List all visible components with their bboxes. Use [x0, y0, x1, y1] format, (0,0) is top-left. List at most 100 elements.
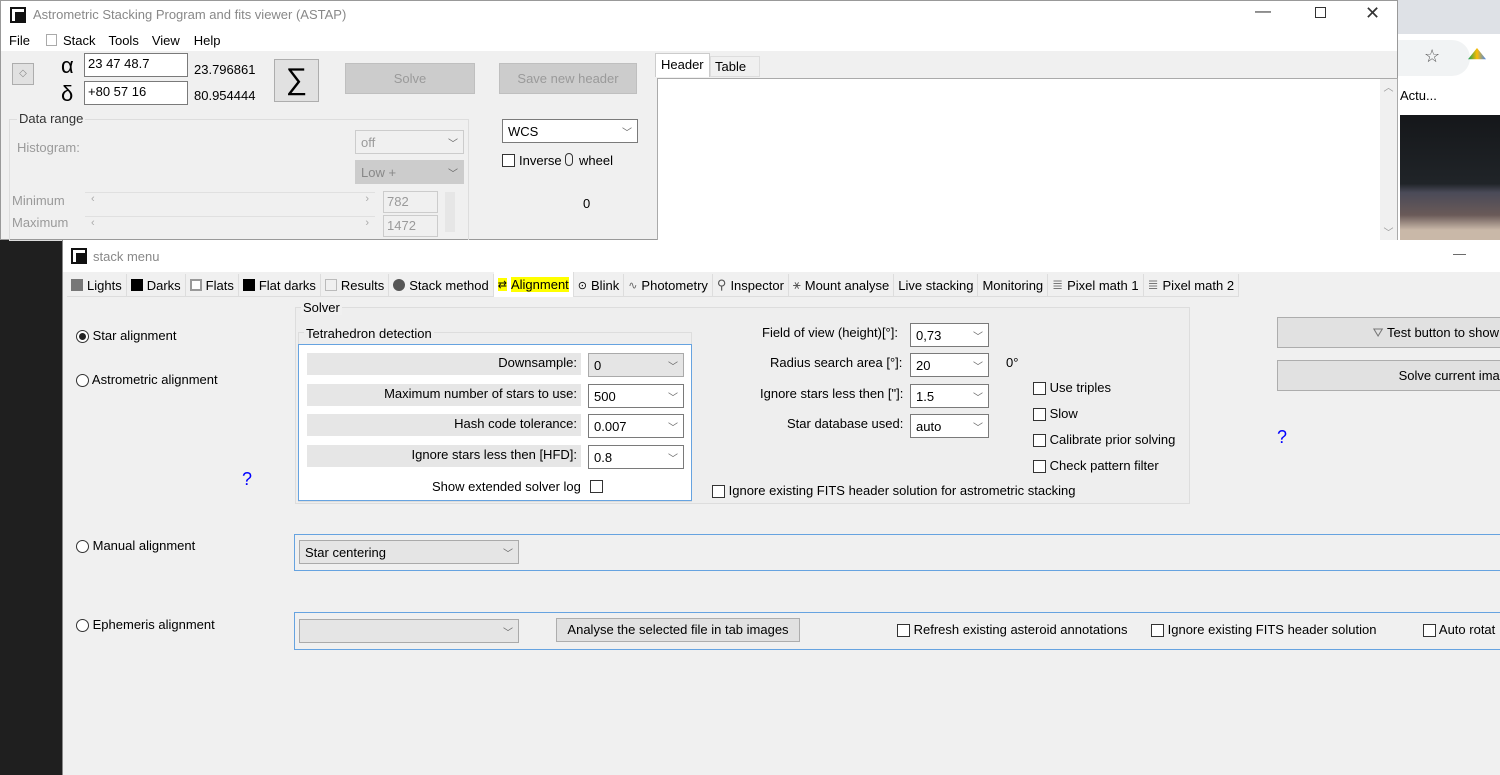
tab-stack-method[interactable]: Stack method — [389, 274, 494, 296]
delta-label: δ — [61, 81, 74, 106]
help-link[interactable]: ? — [1277, 427, 1287, 448]
minimum-value[interactable]: 782 — [383, 191, 438, 213]
stack-menu-window: stack menu — Lights Darks Flats Flat dar… — [62, 240, 1500, 775]
range-trackbar[interactable] — [445, 192, 455, 232]
ra-input[interactable]: 23 47 48.7 — [84, 53, 188, 77]
tab-pixel-math-2[interactable]: ≣ Pixel math 2 — [1144, 274, 1240, 296]
dec-decimal: 80.954444 — [194, 88, 256, 103]
mouse-icon — [565, 153, 573, 166]
close-icon[interactable]: ✕ — [1365, 3, 1380, 24]
ignore-fits-astrometric-checkbox[interactable]: Ignore existing FITS header solution for… — [712, 483, 1075, 499]
bookmark-text[interactable]: Actu... — [1400, 88, 1437, 103]
minimize-icon[interactable]: — — [1255, 3, 1271, 21]
value: 0.007 — [594, 418, 627, 434]
tab-blink[interactable]: ⊙ Blink — [574, 274, 625, 296]
save-header-button[interactable]: Save new header — [499, 63, 637, 94]
sigma-button[interactable]: ∑ — [274, 59, 319, 102]
menu-file[interactable]: File — [9, 33, 30, 48]
magnifier-icon: ⚲ — [716, 277, 727, 292]
tab-flat-darks[interactable]: Flat darks — [239, 274, 321, 296]
menu-bar: File Stack Tools View Help — [1, 29, 1397, 51]
menu-view[interactable]: View — [152, 33, 180, 48]
histogram-select[interactable]: off ﹀ — [355, 130, 464, 154]
downsample-select[interactable]: 0 ﹀ — [588, 353, 684, 377]
maximum-value[interactable]: 1472 — [383, 215, 438, 237]
tab-label: Flat darks — [258, 277, 316, 293]
radio-label: Star alignment — [92, 328, 177, 343]
results-icon — [324, 279, 337, 291]
tab-label: Alignment — [510, 277, 569, 292]
value: 500 — [594, 388, 616, 404]
stack-window-title: stack menu — [93, 249, 160, 264]
inverse-wheel-checkbox[interactable] — [502, 154, 515, 167]
header-tab[interactable]: Header — [655, 53, 710, 77]
hash-tolerance-select[interactable]: 0.007 ﹀ — [588, 414, 684, 438]
use-triples-checkbox[interactable]: Use triples — [1033, 380, 1111, 396]
tab-pixel-math-1[interactable]: ≣ Pixel math 1 — [1048, 274, 1144, 296]
tab-flats[interactable]: Flats — [186, 274, 239, 296]
header-scrollbar[interactable]: ︿ ﹀ — [1380, 79, 1397, 241]
slow-checkbox[interactable]: Slow — [1033, 406, 1078, 422]
extended-log-checkbox[interactable] — [590, 480, 603, 493]
test-icon: ⛛ — [1372, 325, 1384, 340]
minimize-icon[interactable]: — — [1453, 246, 1466, 261]
bookmark-star-icon[interactable]: ☆ — [1424, 46, 1440, 67]
ignore-arcsec-select[interactable]: 1.5 ﹀ — [910, 384, 989, 408]
radio-selected — [76, 330, 89, 344]
menu-help[interactable]: Help — [194, 33, 221, 48]
google-drive-icon[interactable] — [1468, 48, 1486, 60]
auto-rotate-checkbox[interactable]: Auto rotat — [1423, 622, 1495, 638]
tab-mount-analyse[interactable]: ⚹ Mount analyse — [789, 274, 895, 296]
fov-select[interactable]: 0,73 ﹀ — [910, 323, 989, 347]
value: auto — [916, 418, 942, 434]
expand-toggle-button[interactable]: ◇ — [12, 63, 34, 85]
tab-lights[interactable]: Lights — [67, 274, 127, 296]
stretch-select[interactable]: Low + ﹀ — [355, 160, 464, 184]
refresh-annotations-checkbox[interactable]: Refresh existing asteroid annotations — [897, 622, 1128, 638]
dec-input[interactable]: +80 57 16 — [84, 81, 188, 105]
manual-method-select[interactable]: Star centering ﹀ — [299, 540, 519, 564]
ignore-fits-checkbox[interactable]: Ignore existing FITS header solution — [1151, 622, 1376, 638]
ephemeris-select[interactable]: ﹀ — [299, 619, 519, 643]
solve-button[interactable]: Solve — [345, 63, 475, 94]
star-database-select[interactable]: auto ﹀ — [910, 414, 989, 438]
tab-darks[interactable]: Darks — [127, 274, 186, 296]
astrometric-alignment-radio[interactable]: Astrometric alignment — [76, 372, 218, 388]
tab-inspector[interactable]: ⚲ Inspector — [713, 274, 789, 296]
star-alignment-radio[interactable]: Star alignment — [76, 328, 177, 344]
minimum-slider[interactable]: ‹ › — [85, 192, 375, 210]
ignore-hfd-select[interactable]: 0.8 ﹀ — [588, 445, 684, 469]
play-icon: ⊙ — [577, 279, 588, 292]
tab-live-stacking[interactable]: Live stacking — [894, 274, 979, 296]
solve-current-image-button[interactable]: Solve current imag — [1277, 360, 1500, 391]
test-button[interactable]: ⛛ Test button to show — [1277, 317, 1500, 348]
value: 0 — [594, 357, 602, 373]
radius-select[interactable]: 20 ﹀ — [910, 353, 989, 377]
menu-tools[interactable]: Tools — [108, 33, 138, 48]
header-text-area[interactable]: ︿ ﹀ — [657, 78, 1398, 241]
check-pattern-checkbox[interactable]: Check pattern filter — [1033, 458, 1159, 474]
manual-alignment-radio[interactable]: Manual alignment — [76, 538, 195, 554]
tab-alignment[interactable]: ⇄ Alignment — [493, 272, 574, 297]
extended-log-label: Show extended solver log — [432, 479, 581, 494]
tab-results[interactable]: Results — [321, 274, 390, 296]
stretch-value: Low + — [361, 164, 397, 180]
checkbox-label: Refresh existing asteroid annotations — [913, 622, 1128, 637]
table-tab[interactable]: Table — [710, 56, 760, 77]
max-stars-select[interactable]: 500 ﹀ — [588, 384, 684, 408]
wcs-select[interactable]: WCS ﹀ — [502, 119, 638, 143]
maximize-icon[interactable] — [1315, 7, 1326, 18]
menu-stack[interactable]: Stack — [63, 33, 96, 48]
help-link[interactable]: ? — [242, 469, 252, 490]
tab-label: Inspector — [730, 277, 784, 293]
ephemeris-alignment-radio[interactable]: Ephemeris alignment — [76, 617, 215, 633]
maximum-slider[interactable]: ‹ › — [85, 216, 375, 234]
tab-label: Darks — [146, 277, 181, 293]
calibrate-checkbox[interactable]: Calibrate prior solving — [1033, 432, 1175, 448]
wcs-value: WCS — [508, 123, 539, 139]
radius-label: Radius search area [°]: — [770, 355, 903, 370]
analyse-file-button[interactable]: Analyse the selected file in tab images — [556, 618, 800, 642]
tab-monitoring[interactable]: Monitoring — [978, 274, 1049, 296]
app-icon — [71, 248, 87, 264]
tab-photometry[interactable]: ∿ Photometry — [624, 274, 713, 296]
